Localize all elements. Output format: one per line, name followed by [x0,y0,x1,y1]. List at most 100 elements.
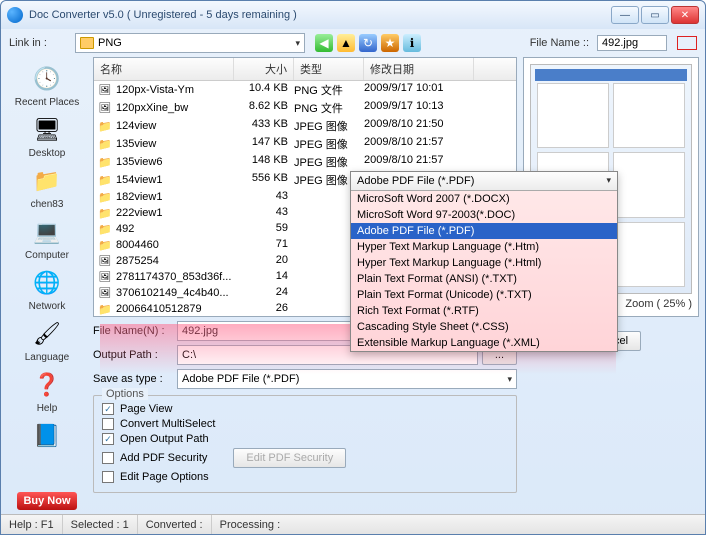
dropdown-item[interactable]: Plain Text Format (ANSI) (*.TXT) [351,271,617,287]
file-name: 135view6 [116,156,162,168]
maximize-button[interactable]: ▭ [641,6,669,24]
dropdown-item[interactable]: MicroSoft Word 2007 (*.DOCX) [351,191,617,207]
file-size: 26 [234,302,294,316]
highlight-box [677,36,697,50]
file-size: 71 [234,238,294,252]
sidebar-word[interactable]: 📘 [31,420,63,452]
link-in-label: Link in : [9,37,69,49]
convert-multi-checkbox[interactable] [102,418,114,430]
options-legend: Options [102,388,148,400]
close-button[interactable]: ✕ [671,6,699,24]
col-name-header[interactable]: 名称 [94,58,234,80]
file-icon [97,254,113,268]
file-type: JPEG 图像 [294,118,364,134]
file-name: 154view1 [116,174,162,186]
network-icon: 🌐 [31,267,63,299]
desktop-icon: 🖥 [31,114,63,146]
chevron-down-icon: ▾ [295,38,300,49]
file-name: 124view [116,120,156,132]
path-value: PNG [98,37,122,49]
add-pdf-sec-checkbox[interactable] [102,452,114,464]
file-icon [97,155,113,169]
back-icon[interactable]: ◀ [315,34,333,52]
help-icon: ❓ [31,369,63,401]
sidebar-language[interactable]: 🖌Language [25,318,70,363]
dropdown-item[interactable]: Adobe PDF File (*.PDF) [351,223,617,239]
page-view-label: Page View [120,403,172,415]
sidebar-computer[interactable]: 💻Computer [25,216,69,261]
file-row[interactable]: 135view6 148 KBJPEG 图像2009/8/10 21:57 [94,153,516,171]
file-type: PNG 文件 [294,100,364,116]
title-bar[interactable]: Doc Converter v5.0 ( Unregistered - 5 da… [1,1,705,29]
edit-pdf-security-button[interactable]: Edit PDF Security [233,448,346,468]
minimize-button[interactable]: — [611,6,639,24]
dropdown-item[interactable]: Hyper Text Markup Language (*.Html) [351,255,617,271]
save-type-value: Adobe PDF File (*.PDF) [182,373,299,385]
file-name: 492 [116,223,134,235]
options-group: Options ✓Page View Convert MultiSelect ✓… [93,395,517,493]
file-size: 433 KB [234,118,294,134]
file-icon [97,302,113,316]
file-row[interactable]: 120px-Vista-Ym10.4 KBPNG 文件2009/9/17 10:… [94,81,516,99]
file-date: 2009/8/10 21:57 [364,154,474,170]
file-row[interactable]: 124view433 KBJPEG 图像2009/8/10 21:50 [94,117,516,135]
file-date: 2009/9/17 10:01 [364,82,474,98]
file-icon [97,83,113,97]
save-type-label: Save as type : [93,373,173,385]
file-name: 120pxXine_bw [116,102,188,114]
window-title: Doc Converter v5.0 ( Unregistered - 5 da… [29,9,611,21]
add-pdf-sec-label: Add PDF Security [120,452,207,464]
path-combo[interactable]: PNG ▾ [75,33,305,53]
refresh-icon[interactable]: ↻ [359,34,377,52]
file-date: 2009/9/17 10:13 [364,100,474,116]
file-icon [97,222,113,236]
folder-icon [80,37,94,49]
sidebar-user[interactable]: 📁chen83 [31,165,64,210]
page-view-checkbox[interactable]: ✓ [102,403,114,415]
file-name: 20066410512879 [116,303,202,315]
col-date-header[interactable]: 修改日期 [364,58,474,80]
dropdown-item[interactable]: Cascading Style Sheet (*.CSS) [351,319,617,335]
sidebar-recent-places[interactable]: 🕓Recent Places [15,63,79,108]
status-converted: Converted : [138,515,212,534]
open-output-label: Open Output Path [120,433,209,445]
status-processing: Processing : [212,515,705,534]
file-icon [97,137,113,151]
favorite-icon[interactable]: ★ [381,34,399,52]
file-name: 222view1 [116,207,162,219]
file-name: 3706102149_4c4b40... [116,287,229,299]
file-size: 148 KB [234,154,294,170]
up-icon[interactable]: ▲ [337,34,355,52]
dropdown-item[interactable]: Plain Text Format (Unicode) (*.TXT) [351,287,617,303]
list-header: 名称 大小 类型 修改日期 [94,58,516,81]
dropdown-header[interactable]: Adobe PDF File (*.PDF) ▾ [351,172,617,191]
save-type-dropdown: Adobe PDF File (*.PDF) ▾ MicroSoft Word … [350,171,618,352]
file-size: 8.62 KB [234,100,294,116]
file-name: 182view1 [116,191,162,203]
file-icon [97,190,113,204]
col-type-header[interactable]: 类型 [294,58,364,80]
info-icon[interactable]: ℹ [403,34,421,52]
edit-page-label: Edit Page Options [120,471,209,483]
dropdown-item[interactable]: Hyper Text Markup Language (*.Htm) [351,239,617,255]
edit-page-checkbox[interactable] [102,471,114,483]
dropdown-item[interactable]: MicroSoft Word 97-2003(*.DOC) [351,207,617,223]
dropdown-item[interactable]: Extensible Markup Language (*.XML) [351,335,617,351]
status-bar: Help : F1 Selected : 1 Converted : Proce… [1,514,705,534]
chevron-down-icon: ▾ [606,175,611,187]
col-size-header[interactable]: 大小 [234,58,294,80]
sidebar-help[interactable]: ❓Help [31,369,63,414]
sidebar-network[interactable]: 🌐Network [29,267,66,312]
status-help: Help : F1 [1,515,63,534]
dropdown-item[interactable]: Rich Text Format (*.RTF) [351,303,617,319]
file-type: JPEG 图像 [294,154,364,170]
open-output-checkbox[interactable]: ✓ [102,433,114,445]
file-row[interactable]: 135view147 KBJPEG 图像2009/8/10 21:57 [94,135,516,153]
file-name: 8004460 [116,239,159,251]
buy-now-button[interactable]: Buy Now [17,492,77,510]
convert-multi-label: Convert MultiSelect [120,418,215,430]
file-icon [97,270,113,284]
sidebar-desktop[interactable]: 🖥Desktop [29,114,66,159]
file-row[interactable]: 120pxXine_bw 8.62 KBPNG 文件2009/9/17 10:13 [94,99,516,117]
save-type-combo[interactable]: Adobe PDF File (*.PDF) ▾ [177,369,517,389]
